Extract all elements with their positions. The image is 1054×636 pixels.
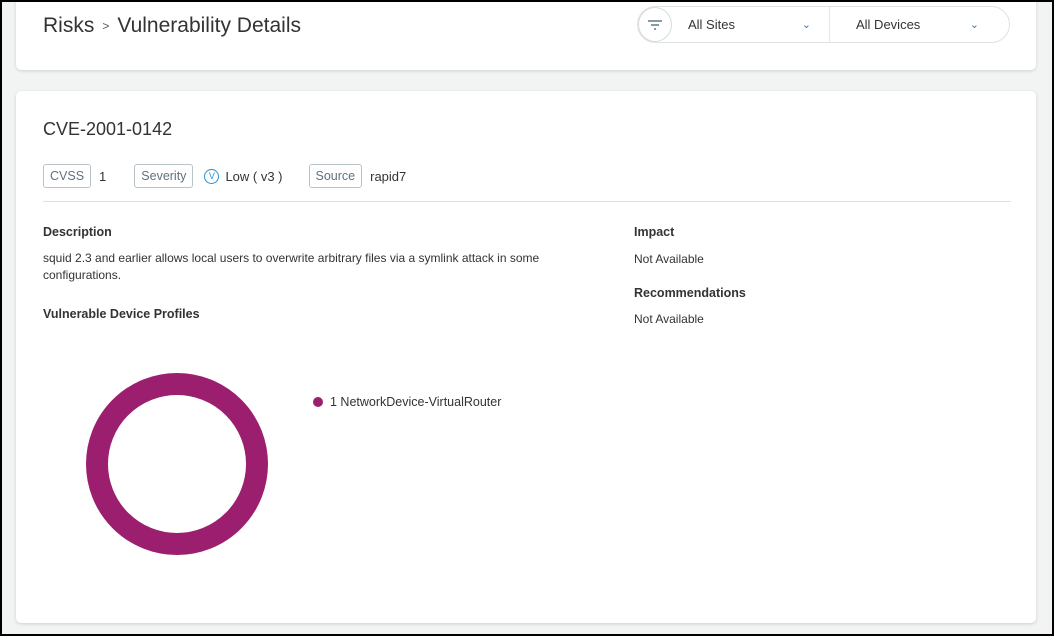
impact-text: Not Available <box>634 252 704 266</box>
filter-button[interactable] <box>638 7 672 42</box>
filter-bar: All Sites ⌄ All Devices ⌄ <box>637 6 1010 43</box>
description-text: squid 2.3 and earlier allows local users… <box>43 251 540 282</box>
chart-legend-item[interactable]: 1 NetworkDevice-VirtualRouter <box>313 395 501 409</box>
chevron-down-icon: ⌄ <box>801 19 811 31</box>
legend-label: 1 NetworkDevice-VirtualRouter <box>330 395 502 409</box>
source-value: rapid7 <box>370 168 407 184</box>
app-frame: Risks > Vulnerability Details All Sites ⌄… <box>2 2 1052 634</box>
cvss-value: 1 <box>99 168 107 184</box>
cve-attributes: CVSS 1 Severity V Low ( v3 ) Source rapi… <box>43 164 406 188</box>
recommendations-label: Recommendations <box>634 286 746 300</box>
breadcrumb-separator: > <box>102 19 110 33</box>
severity-version-icon: V <box>204 168 220 184</box>
legend-swatch <box>313 397 323 407</box>
donut-slice-NetworkDevice-VirtualRouter[interactable] <box>86 373 268 555</box>
impact-label: Impact <box>634 225 675 239</box>
chevron-down-icon: ⌄ <box>969 19 979 31</box>
device-profile-donut-chart <box>86 373 268 555</box>
page-header: Risks > Vulnerability Details All Sites ⌄… <box>16 2 1036 70</box>
severity-value: Low ( v3 ) <box>225 168 283 184</box>
breadcrumb-risks[interactable]: Risks <box>43 14 94 38</box>
description-label: Description <box>43 225 112 239</box>
breadcrumb: Risks > Vulnerability Details <box>43 14 301 38</box>
source-tag: Source <box>308 164 363 188</box>
device-select-value: All Devices <box>856 17 921 32</box>
page-title: Vulnerability Details <box>117 14 301 37</box>
profiles-label: Vulnerable Device Profiles <box>43 307 200 321</box>
severity-tag: Severity <box>134 164 194 188</box>
site-select-value: All Sites <box>688 17 735 32</box>
divider <box>43 201 1011 202</box>
vulnerability-card: CVE-2001-0142 CVSS 1 Severity V Low ( v3… <box>16 91 1036 623</box>
filter-icon <box>648 19 662 30</box>
site-select[interactable]: All Sites ⌄ <box>672 7 830 42</box>
cve-id: CVE-2001-0142 <box>43 119 173 139</box>
cvss-tag: CVSS <box>43 164 92 188</box>
recommendations-text: Not Available <box>634 312 704 326</box>
device-select[interactable]: All Devices ⌄ <box>830 7 1009 42</box>
